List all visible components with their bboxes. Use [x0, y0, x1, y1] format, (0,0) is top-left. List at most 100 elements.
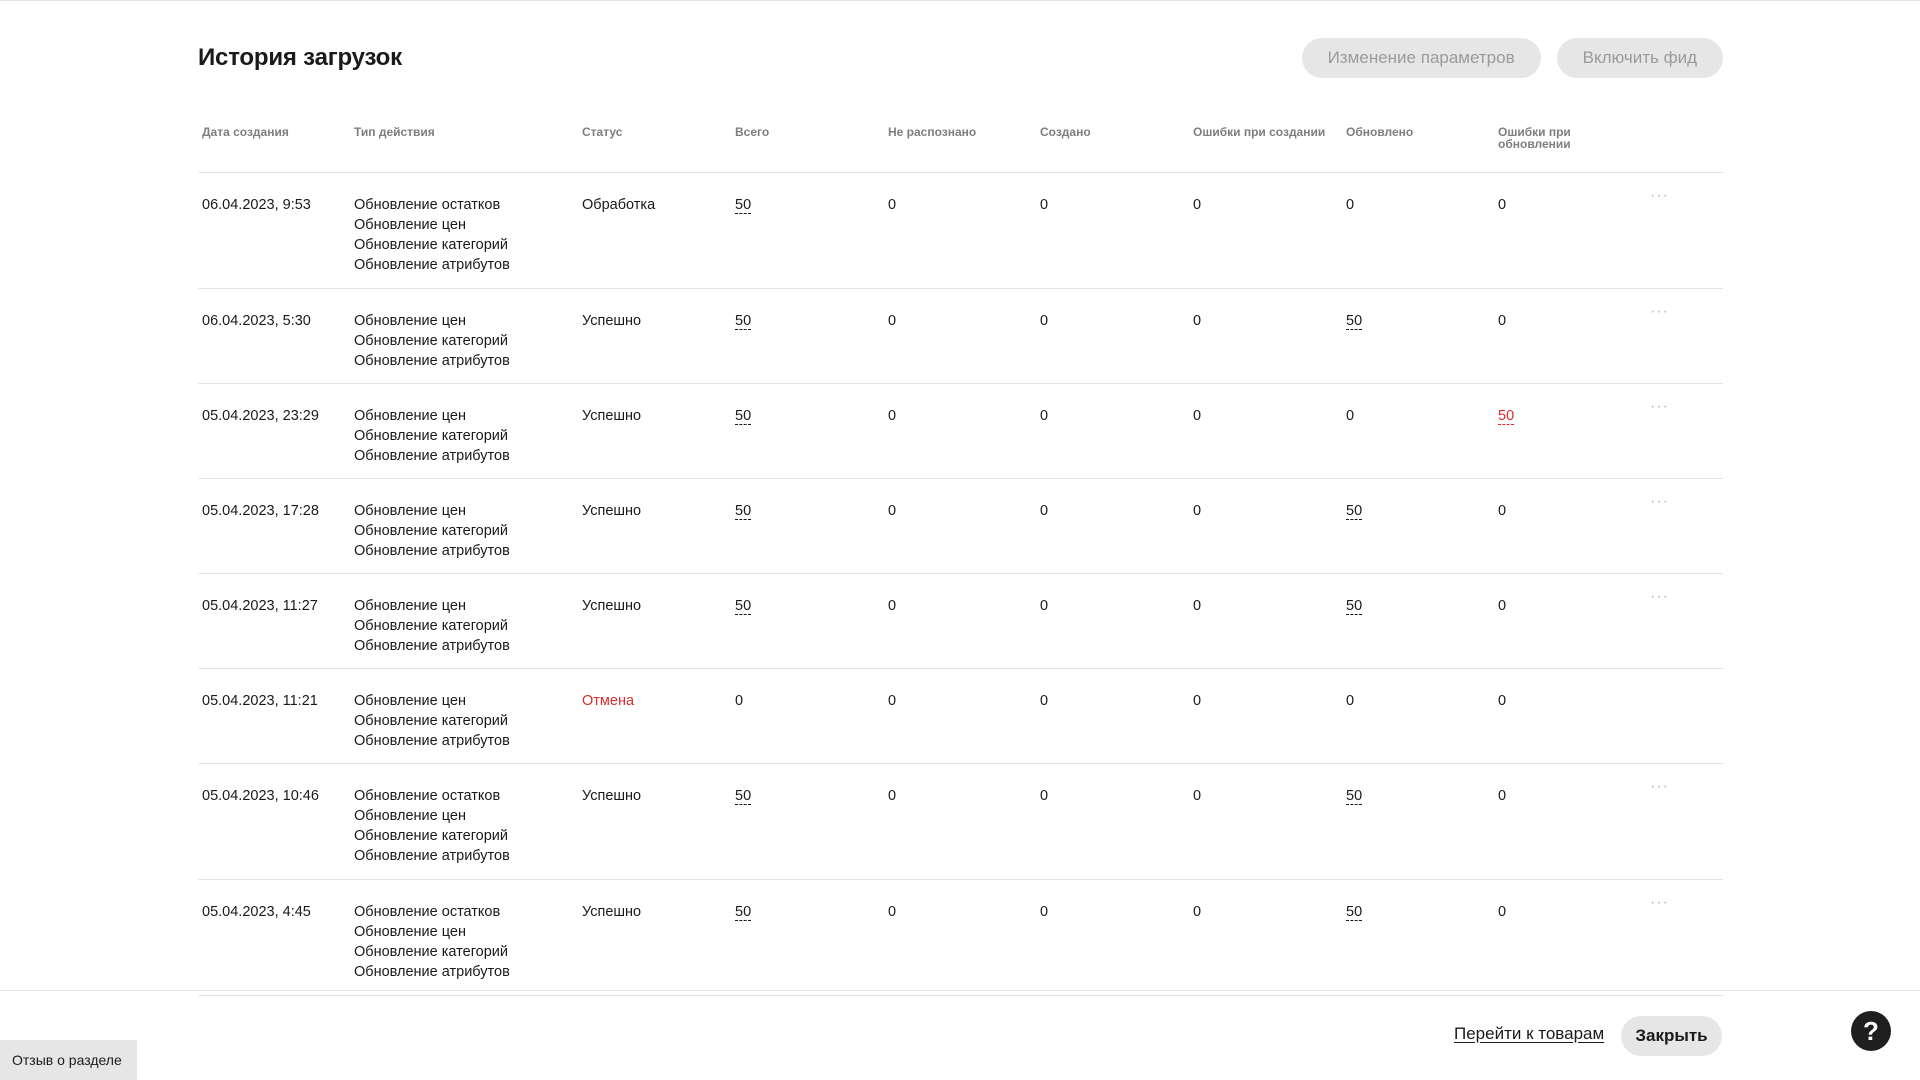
cell-create-errors: 0	[1193, 195, 1201, 215]
cell-total: 50	[735, 902, 752, 922]
total-value: 0	[735, 693, 744, 709]
unrecognized-value: 0	[888, 197, 897, 213]
goto-products-link[interactable]: Перейти к товарам	[1454, 1024, 1604, 1044]
table-row: 05.04.2023, 11:21 Обновление цен Обновлени…	[198, 669, 1723, 764]
action-type: Обновление цен	[354, 808, 466, 824]
updated-link[interactable]: 50	[1346, 503, 1363, 520]
update-errors-link[interactable]: 50	[1498, 408, 1515, 425]
page-title: История загрузок	[198, 44, 402, 71]
total-link[interactable]: 50	[735, 503, 752, 520]
cell-unrecognized: 0	[888, 501, 896, 521]
cell-update-errors: 0	[1498, 786, 1506, 806]
cell-create-errors: 0	[1193, 691, 1201, 711]
upload-history-table: Дата создания Тип действия Статус Всего Не р…	[198, 118, 1723, 996]
total-link[interactable]: 50	[735, 904, 752, 921]
column-header-total: Всего	[735, 125, 770, 139]
cell-date: 06.04.2023, 5:30	[202, 311, 311, 331]
more-dots-icon[interactable]: ···	[1650, 494, 1674, 511]
action-type: Обновление остатков	[354, 904, 501, 920]
close-button[interactable]: Закрыть	[1621, 1016, 1722, 1056]
cell-updated: 0	[1346, 691, 1354, 711]
cell-status: Успешно	[582, 596, 641, 616]
unrecognized-value: 0	[888, 313, 897, 329]
date-value: 05.04.2023, 11:27	[202, 598, 318, 614]
cell-update-errors: 0	[1498, 902, 1506, 922]
cell-create-errors: 0	[1193, 596, 1201, 616]
action-type: Обновление цен	[354, 408, 466, 424]
more-dots-icon[interactable]: ···	[1650, 304, 1674, 321]
total-link[interactable]: 50	[735, 408, 752, 425]
cell-types: Обновление цен Обновление категорий Обновл…	[354, 691, 510, 751]
cell-types: Обновление остатков Обновление цен Обновле…	[354, 902, 510, 982]
more-dots-icon[interactable]: ···	[1650, 895, 1674, 912]
created-value: 0	[1040, 197, 1049, 213]
top-divider	[0, 0, 1920, 1]
updated-link[interactable]: 50	[1346, 313, 1363, 330]
action-type: Обновление атрибутов	[354, 848, 510, 864]
more-dots-icon[interactable]: ···	[1650, 188, 1674, 205]
cell-types: Обновление остатков Обновление цен Обновле…	[354, 786, 510, 866]
enable-feed-button[interactable]: Включить фид	[1556, 38, 1723, 78]
action-type: Обновление цен	[354, 313, 466, 329]
change-params-button[interactable]: Изменение параметров	[1301, 38, 1541, 78]
cell-updated: 0	[1346, 406, 1354, 426]
cell-create-errors: 0	[1193, 311, 1201, 331]
column-header-status: Статус	[582, 125, 623, 139]
action-type: Обновление категорий	[354, 828, 508, 844]
help-button[interactable]: ?	[1851, 1011, 1891, 1051]
action-type: Обновление атрибутов	[354, 353, 510, 369]
date-value: 06.04.2023, 9:53	[202, 197, 311, 213]
table-row: 05.04.2023, 23:29 Обновление цен Обновлени…	[198, 384, 1723, 479]
updated-value: 0	[1346, 408, 1355, 424]
create-errors-value: 0	[1193, 904, 1202, 920]
cell-updated: 50	[1346, 501, 1363, 521]
updated-value: 0	[1346, 197, 1355, 213]
total-link[interactable]: 50	[735, 598, 752, 615]
total-link[interactable]: 50	[735, 788, 752, 805]
create-errors-value: 0	[1193, 693, 1202, 709]
column-header-unrecognized: Не распознано	[888, 125, 977, 139]
feedback-button[interactable]: Отзыв о разделе	[0, 1040, 137, 1080]
total-link[interactable]: 50	[735, 313, 752, 330]
cell-total: 50	[735, 786, 752, 806]
cell-types: Обновление остатков Обновление цен Обновле…	[354, 195, 510, 275]
cell-unrecognized: 0	[888, 786, 896, 806]
cell-status: Успешно	[582, 406, 641, 426]
cell-update-errors: 0	[1498, 691, 1506, 711]
cell-types: Обновление цен Обновление категорий Обновл…	[354, 501, 510, 561]
cell-update-errors: 0	[1498, 195, 1506, 215]
cell-unrecognized: 0	[888, 691, 896, 711]
cell-created: 0	[1040, 406, 1048, 426]
updated-link[interactable]: 50	[1346, 598, 1363, 615]
status-value: Обработка	[582, 197, 656, 213]
more-dots-icon[interactable]: ···	[1650, 399, 1674, 416]
create-errors-value: 0	[1193, 408, 1202, 424]
cell-status: Успешно	[582, 311, 641, 331]
action-type: Обновление атрибутов	[354, 448, 510, 464]
total-link[interactable]: 50	[735, 197, 752, 214]
cell-total: 50	[735, 195, 752, 215]
date-value: 06.04.2023, 5:30	[202, 313, 311, 329]
cell-created: 0	[1040, 596, 1048, 616]
status-value: Успешно	[582, 904, 642, 920]
status-value: Успешно	[582, 503, 642, 519]
action-type: Обновление категорий	[354, 523, 508, 539]
updated-link[interactable]: 50	[1346, 788, 1363, 805]
updated-link[interactable]: 50	[1346, 904, 1363, 921]
create-errors-value: 0	[1193, 788, 1202, 804]
more-dots-icon[interactable]: ···	[1650, 779, 1674, 796]
cell-types: Обновление цен Обновление категорий Обновл…	[354, 596, 510, 656]
create-errors-value: 0	[1193, 503, 1202, 519]
create-errors-value: 0	[1193, 313, 1202, 329]
cell-date: 05.04.2023, 10:46	[202, 786, 319, 806]
column-header-create-errors: Ошибки при создании	[1193, 125, 1326, 139]
cell-total: 50	[735, 311, 752, 331]
action-type: Обновление цен	[354, 598, 466, 614]
cell-types: Обновление цен Обновление категорий Обновл…	[354, 311, 510, 371]
create-errors-value: 0	[1193, 598, 1202, 614]
cell-update-errors: 0	[1498, 311, 1506, 331]
more-dots-icon[interactable]: ···	[1650, 589, 1674, 606]
cell-created: 0	[1040, 311, 1048, 331]
cell-update-errors: 0	[1498, 501, 1506, 521]
status-value: Успешно	[582, 788, 642, 804]
